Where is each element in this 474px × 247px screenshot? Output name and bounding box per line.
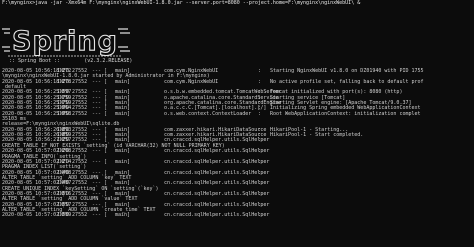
spring-art-text: Spring (12, 26, 118, 57)
log-logger: cn.craccd.sqlHelper.utils.SqlHelper (164, 212, 270, 219)
command-line: F:\mynginx>java -jar -Xmx64m F:\mynginx\… (2, 0, 361, 6)
spring-logo-art: Spring (2, 25, 130, 58)
log-separator: --- [ (92, 212, 108, 219)
spring-boot-version-line: :: Spring Boot :: (v2.3.2.RELEASE) (6, 58, 133, 64)
log-colon: : (258, 212, 262, 219)
log-line: 2020-08-05 10:57:02.589 INFO 27552 --- [ma… (2, 212, 474, 219)
log-level: INFO 27552 (57, 212, 88, 219)
log-output: 2020-08-05 10:56:18.272 INFO 27552 --- [ma… (2, 68, 474, 219)
log-thread: main] (115, 212, 131, 219)
terminal-window[interactable]: F:\mynginx>java -jar -Xmx64m F:\mynginx\… (0, 0, 474, 247)
